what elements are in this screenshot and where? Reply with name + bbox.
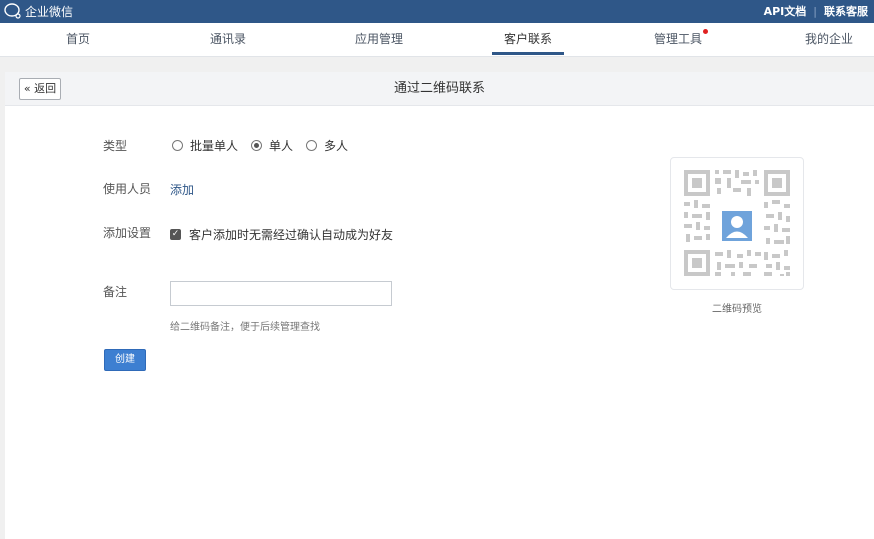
- contact-service-link[interactable]: 联系客服: [824, 3, 868, 19]
- panel-header: 通过二维码联系 « 返回: [5, 72, 874, 106]
- nav-item-my-company[interactable]: 我的企业: [791, 23, 867, 56]
- nav-item-management-tools[interactable]: 管理工具: [640, 23, 716, 56]
- auto-accept-label[interactable]: 客户添加时无需经过确认自动成为好友: [189, 226, 393, 243]
- radio-label-batch-single[interactable]: 批量单人: [190, 137, 238, 154]
- type-radio-group: 批量单人 单人 多人: [172, 137, 361, 154]
- checkbox-auto-accept[interactable]: ✓: [170, 229, 181, 240]
- note-label: 备注: [103, 285, 128, 299]
- note-hint: 给二维码备注，便于后续管理查找: [170, 322, 320, 333]
- radio-label-multiple[interactable]: 多人: [324, 137, 348, 154]
- create-button[interactable]: 创建: [104, 349, 146, 371]
- qr-preview-label: 二维码预览: [712, 304, 762, 315]
- settings-label: 添加设置: [103, 226, 152, 240]
- active-tab-indicator: [492, 52, 564, 55]
- back-button[interactable]: « 返回: [19, 78, 61, 100]
- note-input[interactable]: [170, 281, 392, 306]
- logo-text: 企业微信: [25, 4, 74, 19]
- radio-multiple[interactable]: [306, 140, 318, 151]
- radio-single[interactable]: [251, 140, 263, 151]
- add-user-link[interactable]: 添加: [170, 181, 194, 198]
- notification-dot: [703, 29, 708, 34]
- type-label: 类型: [103, 139, 128, 153]
- top-links: API文档 | 联系客服: [764, 3, 868, 19]
- users-label: 使用人员: [103, 182, 152, 196]
- radio-label-single[interactable]: 单人: [269, 137, 293, 154]
- top-separator: |: [813, 4, 817, 18]
- main-nav: 首页 通讯录 应用管理 客户联系 管理工具 我的企业: [0, 23, 874, 57]
- nav-item-contacts[interactable]: 通讯录: [190, 23, 266, 56]
- top-bar: 企业微信 API文档 | 联系客服: [0, 0, 874, 23]
- nav-item-home[interactable]: 首页: [40, 23, 116, 56]
- api-docs-link[interactable]: API文档: [764, 3, 807, 19]
- auto-accept-option[interactable]: ✓ 客户添加时无需经过确认自动成为好友: [170, 226, 393, 243]
- qr-contact-panel: 通过二维码联系 « 返回 类型 批量单人 单人 多人 使用人员 添加 添加设置 …: [5, 72, 874, 539]
- nav-item-app-management[interactable]: 应用管理: [341, 23, 417, 56]
- qr-code-icon: [684, 170, 790, 276]
- qr-preview-card: [670, 157, 804, 290]
- radio-batch-single[interactable]: [172, 140, 183, 151]
- logo[interactable]: 企业微信: [4, 3, 73, 19]
- wecom-logo-icon: [4, 3, 21, 19]
- page-title: 通过二维码联系: [393, 81, 485, 96]
